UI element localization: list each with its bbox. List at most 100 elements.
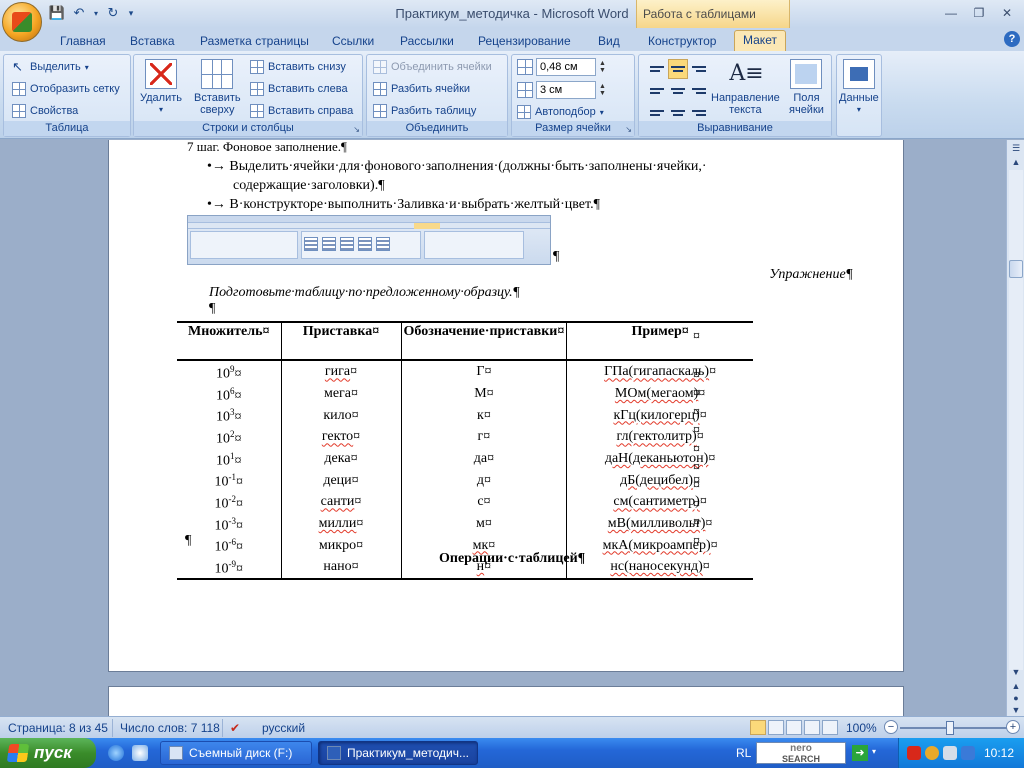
nero-search-box[interactable]: nero SEARCH: [756, 742, 846, 764]
word-count[interactable]: Число слов: 7 118: [120, 721, 220, 735]
header-symbol[interactable]: Обозначение·приставки¤: [400, 321, 567, 361]
scroll-thumb[interactable]: [1009, 260, 1023, 278]
cell-example[interactable]: кГц(килогерц)¤: [566, 404, 753, 426]
cell-example[interactable]: МОм(мегаом)¤: [566, 382, 753, 405]
network-icon[interactable]: [961, 746, 975, 760]
cell-prefix[interactable]: санти¤: [280, 490, 401, 513]
cell-margins-button[interactable]: Поля ячейки: [789, 59, 824, 116]
align-top-center-icon[interactable]: [668, 59, 688, 79]
cell-prefix[interactable]: микро¤: [280, 534, 401, 556]
cell-multiplier[interactable]: 10-9¤: [177, 555, 281, 580]
cell-example[interactable]: гл(гектолитр)¤: [566, 425, 753, 448]
tab-review[interactable]: Рецензирование: [478, 32, 571, 52]
help-icon[interactable]: ?: [1004, 31, 1020, 47]
tab-references[interactable]: Ссылки: [332, 32, 374, 52]
cell-symbol[interactable]: М¤: [400, 382, 567, 405]
scroll-track[interactable]: [1009, 170, 1023, 670]
insert-below-button[interactable]: Вставить снизу: [250, 60, 346, 74]
previous-page-icon[interactable]: ▲: [1010, 680, 1022, 692]
cell-example[interactable]: мкА(микроампер)¤: [566, 534, 753, 556]
cell-prefix[interactable]: кило¤: [280, 404, 401, 426]
clock[interactable]: 10:12: [984, 746, 1014, 760]
cell-example[interactable]: дБ(децибел)¤: [566, 469, 753, 491]
zoom-slider-handle[interactable]: [946, 721, 954, 735]
dialog-launcher-icon[interactable]: ↘: [625, 125, 632, 134]
cell-multiplier[interactable]: 10-6¤: [177, 534, 281, 556]
document-page-next[interactable]: [108, 686, 904, 716]
scroll-up-icon[interactable]: ▲: [1010, 156, 1022, 168]
cell-multiplier[interactable]: 10-1¤: [177, 469, 281, 491]
cell-multiplier[interactable]: 101¤: [177, 448, 281, 470]
cell-prefix[interactable]: гига¤: [280, 360, 401, 383]
restore-icon[interactable]: ❐: [966, 4, 992, 22]
align-middle-center-icon[interactable]: [668, 81, 688, 101]
cell-example[interactable]: даН(деканьютон)¤: [566, 447, 753, 470]
insert-right-button[interactable]: Вставить справа: [250, 104, 353, 118]
tab-page-layout[interactable]: Разметка страницы: [200, 32, 309, 52]
redo-icon[interactable]: ↻: [104, 4, 122, 22]
full-screen-reading-view-icon[interactable]: [768, 720, 784, 735]
cell-multiplier[interactable]: 106¤: [177, 383, 281, 405]
select-button[interactable]: ↖ Выделить ▾: [12, 60, 89, 74]
scroll-down-icon[interactable]: ▼: [1010, 666, 1022, 678]
draft-view-icon[interactable]: [822, 720, 838, 735]
align-middle-left-icon[interactable]: [647, 81, 667, 101]
align-bottom-left-icon[interactable]: [647, 103, 667, 123]
header-prefix[interactable]: Приставка¤: [280, 321, 401, 361]
cell-multiplier[interactable]: 10-3¤: [177, 513, 281, 535]
internet-explorer-icon[interactable]: [108, 745, 124, 761]
split-cells-button[interactable]: Разбить ячейки: [373, 82, 470, 96]
close-icon[interactable]: ✕: [994, 4, 1020, 22]
minimize-icon[interactable]: —: [938, 4, 964, 22]
ruler-toggle-icon[interactable]: ☰: [1010, 142, 1022, 154]
outline-view-icon[interactable]: [804, 720, 820, 735]
header-example[interactable]: Пример¤: [566, 321, 753, 361]
print-layout-view-icon[interactable]: [750, 720, 766, 735]
zoom-slider[interactable]: [900, 727, 1010, 729]
chevron-down-icon[interactable]: ▾: [872, 747, 876, 756]
tab-layout[interactable]: Макет: [734, 30, 786, 52]
data-button[interactable]: Данные ▾: [839, 59, 879, 116]
zoom-level[interactable]: 100%: [846, 721, 877, 735]
cell-example[interactable]: ГПа(гигапаскаль)¤: [566, 360, 753, 383]
save-icon[interactable]: 💾: [48, 4, 66, 22]
cell-prefix[interactable]: деци¤: [280, 469, 401, 491]
undo-icon[interactable]: ↶: [70, 4, 88, 22]
customize-qat-icon[interactable]: ▾: [126, 4, 136, 22]
dialog-launcher-icon[interactable]: ↘: [353, 125, 360, 134]
insert-left-button[interactable]: Вставить слева: [250, 82, 348, 96]
browse-object-icon[interactable]: ●: [1010, 692, 1022, 704]
autofit-button[interactable]: Автоподбор ▾: [517, 105, 604, 119]
cell-symbol[interactable]: Г¤: [400, 360, 567, 383]
document-area[interactable]: 7 шаг. Фоновое заполнение.¶ •→ Выделить·…: [0, 140, 1006, 716]
tab-view[interactable]: Вид: [598, 32, 620, 52]
spin-arrows-icon[interactable]: ▲ ▼: [599, 60, 606, 74]
zoom-out-icon[interactable]: −: [884, 720, 898, 734]
cell-multiplier[interactable]: 102¤: [177, 426, 281, 448]
split-table-button[interactable]: Разбить таблицу: [373, 104, 476, 118]
web-layout-view-icon[interactable]: [786, 720, 802, 735]
spelling-check-icon[interactable]: ✔: [230, 721, 240, 735]
office-button[interactable]: [2, 2, 42, 42]
tab-design[interactable]: Конструктор: [648, 32, 716, 52]
insert-above-button[interactable]: Вставить сверху: [194, 59, 241, 116]
cell-prefix[interactable]: мега¤: [280, 382, 401, 405]
show-desktop-icon[interactable]: [132, 745, 148, 761]
text-direction-button[interactable]: A≡ Направление текста: [711, 59, 780, 116]
go-arrow-icon[interactable]: ➜: [852, 745, 868, 761]
cell-symbol[interactable]: к¤: [400, 404, 567, 426]
cell-example[interactable]: мВ(милливольт)¤: [566, 512, 753, 535]
volume-icon[interactable]: [943, 746, 957, 760]
cell-symbol[interactable]: да¤: [400, 447, 567, 470]
cell-symbol[interactable]: м¤: [400, 512, 567, 535]
cell-multiplier[interactable]: 103¤: [177, 404, 281, 426]
show-grid-button[interactable]: Отобразить сетку: [12, 82, 120, 96]
antivirus-icon[interactable]: [907, 746, 921, 760]
align-top-left-icon[interactable]: [647, 59, 667, 79]
taskbar-item-removable-disk[interactable]: Съемный диск (F:): [160, 741, 312, 765]
column-width-input[interactable]: [536, 81, 596, 99]
properties-button[interactable]: Свойства: [12, 104, 78, 118]
tab-mailings[interactable]: Рассылки: [400, 32, 454, 52]
start-button[interactable]: пуск: [0, 738, 96, 768]
cell-symbol[interactable]: д¤: [400, 469, 567, 491]
